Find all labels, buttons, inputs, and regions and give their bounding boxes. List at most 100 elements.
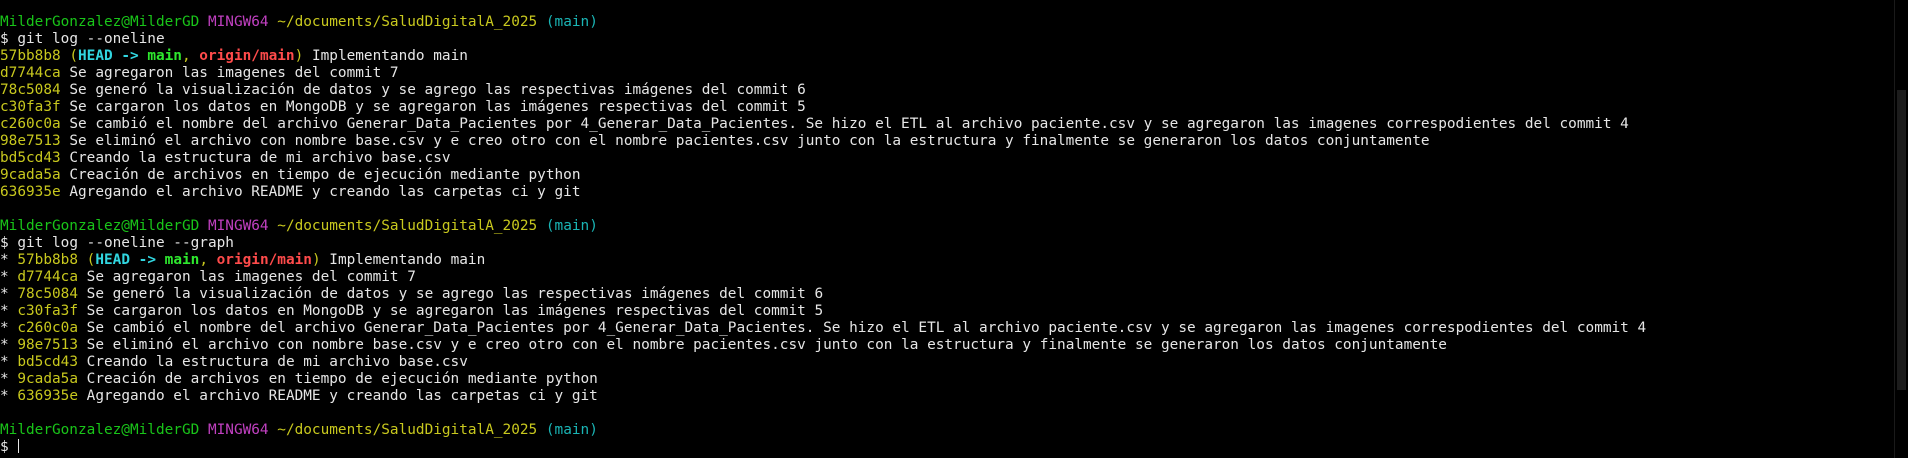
ref-open-paren: ( [69,48,78,64]
graph-marker: * [0,286,9,302]
commit-message: Creando la estructura de mi archivo base… [69,150,451,166]
prompt-user-host: MilderGonzalez@MilderGD [0,218,200,234]
ref-origin-main: origin/main [216,252,312,268]
graph-marker: * [0,252,9,268]
ref-head: HEAD [95,252,130,268]
command-text: git log --oneline --graph [17,235,234,251]
graph-line: * d7744ca Se agregaron las imagenes del … [0,269,1895,286]
prompt-system: MINGW64 [207,14,269,30]
command-text: git log --oneline [17,31,165,47]
ref-close-paren: ) [311,252,321,268]
commit-message: Implementando main [311,48,468,64]
commit-hash: 636935e [0,184,61,200]
commit-hash: c260c0a [17,320,78,336]
commit-message: Creando la estructura de mi archivo base… [86,354,468,370]
graph-line: * c260c0a Se cambió el nombre del archiv… [0,320,1895,337]
prompt-system: MINGW64 [207,218,269,234]
prompt-branch: (main) [545,14,598,30]
commit-hash: 98e7513 [17,337,78,353]
text-cursor [18,439,20,453]
graph-marker: * [0,269,9,285]
graph-marker: * [0,371,9,387]
commit-hash: c30fa3f [17,303,78,319]
graph-marker: * [0,337,9,353]
ref-origin-main: origin/main [199,48,295,64]
commit-message: Se cambió el nombre del archivo Generar_… [69,116,1629,132]
prompt-dollar: $ [0,235,9,251]
graph-line: * 9cada5a Creación de archivos en tiempo… [0,371,1895,388]
commit-hash: d7744ca [0,65,61,81]
ref-comma: , [181,48,200,64]
commit-hash: 9cada5a [0,167,61,183]
log-line: 9cada5a Creación de archivos en tiempo d… [0,167,1895,184]
commit-hash: 9cada5a [17,371,78,387]
commit-hash: 78c5084 [17,286,78,302]
log-line: 636935e Agregando el archivo README y cr… [0,184,1895,201]
prompt-line: MilderGonzalez@MilderGD MINGW64 ~/docume… [0,14,1895,31]
ref-main: main [164,252,200,268]
commit-hash: c260c0a [0,116,61,132]
prompt-line: MilderGonzalez@MilderGD MINGW64 ~/docume… [0,422,1895,439]
commit-message: Se eliminó el archivo con nombre base.cs… [69,133,1430,149]
commit-hash: c30fa3f [0,99,61,115]
log-line: 98e7513 Se eliminó el archivo con nombre… [0,133,1895,150]
commit-message: Se cargaron los datos en MongoDB y se ag… [69,99,806,115]
log-head-line: 57bb8b8 (HEAD -> main, origin/main) Impl… [0,48,1895,65]
commit-hash: 98e7513 [0,133,61,149]
prompt-system: MINGW64 [207,422,269,438]
ref-main: main [147,48,182,64]
commit-message: Agregando el archivo README y creando la… [69,184,581,200]
prompt-dollar: $ [0,439,9,455]
commit-message: Se generó la visualización de datos y se… [69,82,806,98]
ref-head: HEAD [78,48,113,64]
graph-line: * c30fa3f Se cargaron los datos en Mongo… [0,303,1895,320]
command-line: $ git log --oneline --graph [0,235,1895,252]
commit-hash: bd5cd43 [17,354,78,370]
graph-marker: * [0,303,9,319]
commit-message: Se agregaron las imagenes del commit 7 [86,269,416,285]
graph-line: * 636935e Agregando el archivo README y … [0,388,1895,405]
prompt-line: MilderGonzalez@MilderGD MINGW64 ~/docume… [0,218,1895,235]
commit-message: Se eliminó el archivo con nombre base.cs… [86,337,1447,353]
commit-message: Agregando el archivo README y creando la… [86,388,598,404]
commit-message: Creación de archivos en tiempo de ejecuc… [86,371,598,387]
terminal-output[interactable]: MilderGonzalez@MilderGD MINGW64 ~/docume… [0,14,1895,458]
graph-marker: * [0,320,9,336]
input-line[interactable]: $ [0,439,1895,456]
log-line: c260c0a Se cambió el nombre del archivo … [0,116,1895,133]
commit-hash: d7744ca [17,269,78,285]
graph-line: * 98e7513 Se eliminó el archivo con nomb… [0,337,1895,354]
graph-line: * 78c5084 Se generó la visualización de … [0,286,1895,303]
prompt-path: ~/documents/SaludDigitalA_2025 [277,422,538,438]
vertical-scrollbar[interactable] [1894,0,1908,458]
prompt-branch: (main) [545,422,598,438]
graph-head-line: * 57bb8b8 (HEAD -> main, origin/main) Im… [0,252,1895,269]
prompt-path: ~/documents/SaludDigitalA_2025 [277,14,538,30]
commit-message: Creación de archivos en tiempo de ejecuc… [69,167,581,183]
ref-arrow: -> [112,48,148,64]
commit-hash: bd5cd43 [0,150,61,166]
commit-hash: 78c5084 [0,82,61,98]
prompt-dollar: $ [0,31,9,47]
scrollbar-thumb[interactable] [1897,90,1906,390]
ref-comma: , [199,252,217,268]
graph-marker: * [0,388,9,404]
commit-message: Se cambió el nombre del archivo Generar_… [86,320,1647,336]
commit-hash: 57bb8b8 [0,48,61,64]
graph-line: * bd5cd43 Creando la estructura de mi ar… [0,354,1895,371]
command-line: $ git log --oneline [0,31,1895,48]
commit-message: Implementando main [329,252,486,268]
graph-marker: * [0,354,9,370]
ref-arrow: -> [130,252,165,268]
commit-hash: 636935e [17,388,78,404]
log-line: d7744ca Se agregaron las imagenes del co… [0,65,1895,82]
log-line: c30fa3f Se cargaron los datos en MongoDB… [0,99,1895,116]
log-line: bd5cd43 Creando la estructura de mi arch… [0,150,1895,167]
prompt-user-host: MilderGonzalez@MilderGD [0,14,200,30]
prompt-path: ~/documents/SaludDigitalA_2025 [277,218,538,234]
commit-message: Se generó la visualización de datos y se… [86,286,824,302]
prompt-branch: (main) [545,218,598,234]
commit-message: Se agregaron las imagenes del commit 7 [69,65,399,81]
